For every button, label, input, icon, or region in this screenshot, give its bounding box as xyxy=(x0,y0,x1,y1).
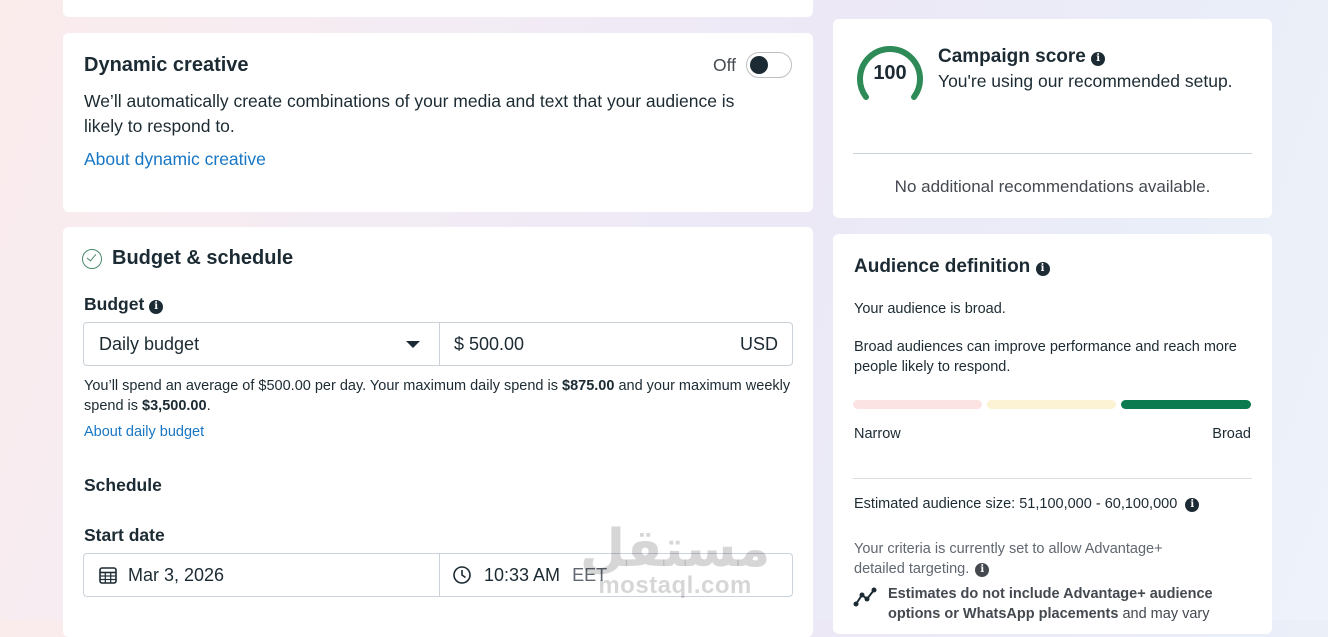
score-value: 100 xyxy=(873,62,907,84)
audience-size: Estimated audience size: 51,100,000 - 60… xyxy=(854,494,1200,514)
watermark-arabic: مستقل xyxy=(580,519,771,579)
info-icon[interactable]: i xyxy=(149,300,164,314)
calendar-icon xyxy=(99,567,117,584)
check-circle-icon xyxy=(82,248,102,269)
dynamic-creative-card: Dynamic creative Off We’ll automatically… xyxy=(63,33,813,212)
toggle-knob xyxy=(750,56,768,74)
weekly-max-spend: $3,500.00 xyxy=(142,398,207,414)
criteria-text: Your criteria is currently set to allow … xyxy=(854,539,1194,579)
budget-schedule-title: Budget & schedule xyxy=(112,247,294,269)
about-dynamic-creative-link[interactable]: About dynamic creative xyxy=(84,149,266,170)
audience-definition-title: Audience definition i xyxy=(854,256,1050,278)
dynamic-creative-toggle[interactable] xyxy=(746,52,792,78)
audience-explanation: Broad audiences can improve performance … xyxy=(854,339,1237,375)
help-part3: . xyxy=(206,398,211,414)
campaign-score-subtitle: You're using our recommended setup. xyxy=(938,71,1233,91)
estimate-note: Estimates do not include Advantage+ audi… xyxy=(888,584,1248,624)
budget-label-text: Budget xyxy=(84,294,145,314)
budget-type-select[interactable]: Daily budget xyxy=(84,323,439,365)
schedule-label: Schedule xyxy=(84,475,162,495)
currency-label: USD xyxy=(739,333,778,354)
divider xyxy=(853,153,1252,154)
budget-schedule-header: Budget & schedule xyxy=(82,247,293,270)
info-icon[interactable]: i xyxy=(1091,52,1106,66)
dynamic-creative-toggle-group: Off xyxy=(713,52,792,78)
daily-max-spend: $875.00 xyxy=(562,378,615,394)
watermark-latin: mostaql.com xyxy=(598,572,752,599)
start-date-input[interactable]: Mar 3, 2026 xyxy=(84,554,439,596)
audience-title-text: Audience definition xyxy=(854,256,1031,277)
campaign-score-card: 100 Campaign score i You're using our re… xyxy=(833,19,1272,218)
start-time-value: 10:33 AM xyxy=(484,564,561,585)
divider xyxy=(853,478,1252,479)
budget-help-text: You’ll spend an average of $500.00 per d… xyxy=(84,376,794,416)
dynamic-creative-title: Dynamic creative xyxy=(84,54,249,76)
info-icon[interactable]: i xyxy=(1035,262,1050,276)
audience-bar-medium xyxy=(987,400,1116,409)
start-date-value: Mar 3, 2026 xyxy=(128,564,225,585)
no-recommendations-text: No additional recommendations available. xyxy=(894,177,1211,196)
campaign-score-title: Campaign score i xyxy=(938,46,1106,68)
trend-line-icon xyxy=(853,587,877,607)
help-part1: You’ll spend an average of $500.00 per d… xyxy=(84,378,563,394)
audience-definition-card: Audience definition i Your audience is b… xyxy=(833,234,1272,634)
scale-broad-label: Broad xyxy=(1212,426,1251,442)
dynamic-creative-description: We’ll automatically create combinations … xyxy=(84,91,735,136)
previous-section-card xyxy=(63,0,813,17)
budget-amount-value: $ 500.00 xyxy=(454,333,525,354)
campaign-score-title-text: Campaign score xyxy=(938,46,1086,67)
scale-narrow-label: Narrow xyxy=(854,426,901,442)
budget-field-row: Daily budget $ 500.00 USD xyxy=(83,322,793,366)
audience-status: Your audience is broad. xyxy=(854,301,1006,317)
caret-down-icon xyxy=(406,341,420,348)
about-daily-budget-link[interactable]: About daily budget xyxy=(84,424,204,440)
start-date-label: Start date xyxy=(84,525,165,545)
info-icon[interactable]: i xyxy=(975,563,990,577)
toggle-label: Off xyxy=(712,54,736,75)
budget-type-value: Daily budget xyxy=(99,333,200,354)
audience-size-value: 51,100,000 - 60,100,000 xyxy=(1019,496,1178,512)
audience-bar-narrow xyxy=(853,400,982,409)
budget-amount-input[interactable]: $ 500.00 USD xyxy=(439,323,792,365)
clock-icon xyxy=(453,566,471,584)
criteria-text-value: Your criteria is currently set to allow … xyxy=(854,541,1163,577)
audience-size-label: Estimated audience size: xyxy=(854,496,1016,512)
audience-bar-broad xyxy=(1121,400,1251,409)
budget-label: Budget i xyxy=(84,294,164,315)
info-icon[interactable]: i xyxy=(1185,498,1200,512)
watermark-logo: مستقل mostaql.com xyxy=(580,522,770,600)
